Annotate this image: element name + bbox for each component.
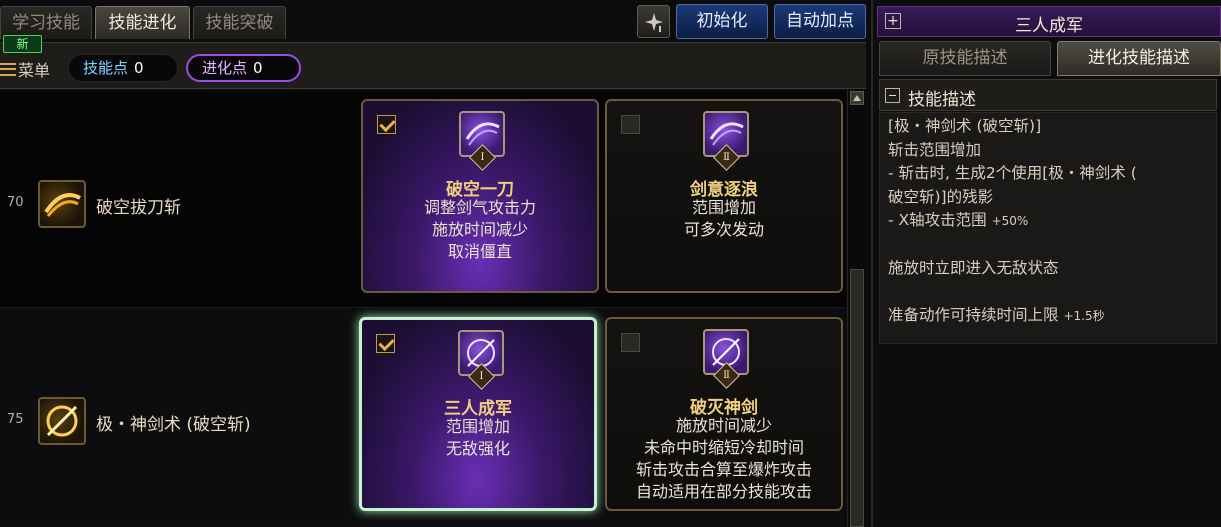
tab-skill-evolution[interactable]: 技能进化 [95, 6, 190, 39]
option-effects: 范围增加 可多次发动 [607, 197, 841, 241]
option-effect-line: 范围增加 [445, 417, 510, 436]
evolution-option-card-selected[interactable]: Ⅰ 三人成军 范围增加 无敌强化 [359, 317, 597, 511]
description-section-header[interactable]: 技能描述 [879, 79, 1217, 111]
desc-line: - X轴攻击范围 +50% [888, 209, 1208, 233]
desc-blank-line [888, 280, 1208, 304]
evolution-icon: Ⅱ [703, 329, 749, 389]
skill-row: 75 极・神剑术 (破空斩) Ⅰ 三人成军 范围增加 无敌强化 Ⅱ 破灭神剑 施… [0, 307, 846, 527]
evolution-option-card[interactable]: Ⅱ 破灭神剑 施放时间减少 未命中时缩短冷却时间 斩击攻击合算至爆炸攻击 自动适… [605, 317, 843, 511]
menu-icon [0, 62, 16, 76]
desc-line: 破空斩)]的残影 [888, 187, 994, 206]
option-effects: 调整剑气攻击力 施放时间减少 取消僵直 [363, 197, 597, 263]
evolution-points-value: 0 [253, 59, 263, 77]
skill-name: 破空拔刀斩 [96, 198, 181, 218]
option-effect-line: 无敌强化 [445, 439, 510, 458]
option-effect-line: 自动适用在部分技能攻击 [635, 482, 812, 501]
rank-numeral: Ⅰ [480, 152, 485, 163]
option-checkbox[interactable] [377, 115, 396, 134]
option-effect-line: 可多次发动 [683, 220, 764, 239]
evolution-icon: Ⅰ [459, 111, 505, 171]
option-effect-line: 施放时间减少 [675, 416, 772, 435]
desc-text: - X轴攻击范围 [888, 211, 992, 230]
selected-evolution-title: 三人成军 [1015, 16, 1083, 36]
tab-evolved-description[interactable]: 进化技能描述 [1057, 41, 1221, 76]
option-effects: 施放时间减少 未命中时缩短冷却时间 斩击攻击合算至爆炸攻击 自动适用在部分技能攻… [607, 415, 841, 503]
option-effect-line: 取消僵直 [447, 242, 512, 261]
tab-original-description[interactable]: 原技能描述 [879, 41, 1051, 76]
new-badge: 新 [3, 35, 42, 53]
skill-points-value: 0 [134, 59, 144, 77]
option-checkbox[interactable] [376, 334, 395, 353]
desc-blank-line [888, 233, 1208, 257]
desc-text: 准备动作可持续时间上限 [888, 305, 1064, 324]
option-effects: 范围增加 无敌强化 [362, 416, 594, 460]
rank-numeral: Ⅱ [723, 152, 730, 163]
option-checkbox[interactable] [621, 333, 640, 352]
option-effect-line: 斩击攻击合算至爆炸攻击 [635, 460, 812, 479]
description-title-bar: + 三人成军 [877, 6, 1221, 37]
scroll-up-arrow-icon[interactable] [850, 91, 864, 105]
rank-numeral: Ⅱ [723, 370, 730, 381]
option-effect-line: 范围增加 [691, 198, 756, 217]
desc-line: 施放时立即进入无敌状态 [888, 258, 1059, 277]
skill-name: 极・神剑术 (破空斩) [96, 415, 251, 435]
desc-line: [极・神剑术 (破空斩)] [888, 117, 1042, 135]
evolution-option-card[interactable]: Ⅰ 破空一刀 调整剑气攻击力 施放时间减少 取消僵直 [361, 99, 599, 293]
evolution-option-card[interactable]: Ⅱ 剑意逐浪 范围增加 可多次发动 [605, 99, 843, 293]
collapse-minus-icon[interactable] [885, 88, 900, 103]
scrollbar-thumb[interactable] [850, 269, 864, 527]
skill-icon[interactable] [38, 180, 86, 228]
sparkle-icon [644, 12, 663, 32]
evolution-icon: Ⅰ [458, 330, 504, 390]
skill-icon[interactable] [38, 397, 86, 445]
option-effect-line: 调整剑气攻击力 [423, 198, 536, 217]
description-text: [极・神剑术 (破空斩)] 斩击范围增加 - 斩击时, 生成2个使用[极・神剑术… [879, 112, 1217, 344]
section-label: 技能描述 [908, 90, 976, 110]
slash-arc-icon [44, 193, 81, 217]
points-toolbar: 菜单 技能点 0 进化点 0 [0, 42, 866, 89]
skill-evolution-panel: 学习技能 技能进化 技能突破 初始化 自动加点 菜单 技能点 0 进化点 0 新 7… [0, 0, 868, 527]
desc-value: +50% [991, 214, 1029, 229]
skill-points-display: 技能点 0 [68, 54, 178, 82]
sword-swirl-icon [46, 405, 78, 437]
menu-label: 菜单 [18, 61, 51, 80]
evolution-points-display: 进化点 0 [186, 54, 301, 82]
skill-points-label: 技能点 [83, 59, 129, 77]
rank-numeral: Ⅰ [479, 371, 484, 382]
desc-line: 准备动作可持续时间上限 +1.5秒 [888, 304, 1208, 328]
tab-skill-breakthrough[interactable]: 技能突破 [193, 6, 286, 39]
menu-button[interactable]: 菜单 [0, 57, 50, 81]
skill-row: 70 破空拔刀斩 Ⅰ 破空一刀 调整剑气攻击力 施放时间减少 取消僵直 Ⅱ 剑意… [0, 91, 846, 307]
skill-level: 75 [7, 412, 24, 427]
desc-line: - 斩击时, 生成2个使用[极・神剑术 ( [888, 164, 1137, 183]
skill-description-panel: + 三人成军 原技能描述 进化技能描述 技能描述 [极・神剑术 (破空斩)] 斩… [871, 0, 1221, 527]
evolution-icon: Ⅱ [703, 111, 749, 171]
option-effect-line: 施放时间减少 [431, 220, 528, 239]
auto-assign-button[interactable]: 自动加点 [774, 4, 866, 39]
desc-value: +1.5秒 [1063, 308, 1105, 323]
option-checkbox[interactable] [621, 115, 640, 134]
option-effect-line: 未命中时缩短冷却时间 [643, 438, 804, 457]
evolution-points-label: 进化点 [202, 59, 248, 77]
scrollbar[interactable] [847, 89, 866, 527]
sort-toggle-button[interactable] [637, 5, 670, 38]
desc-line: 斩击范围增加 [888, 140, 982, 159]
reset-button[interactable]: 初始化 [676, 4, 768, 39]
skill-level: 70 [7, 195, 24, 210]
